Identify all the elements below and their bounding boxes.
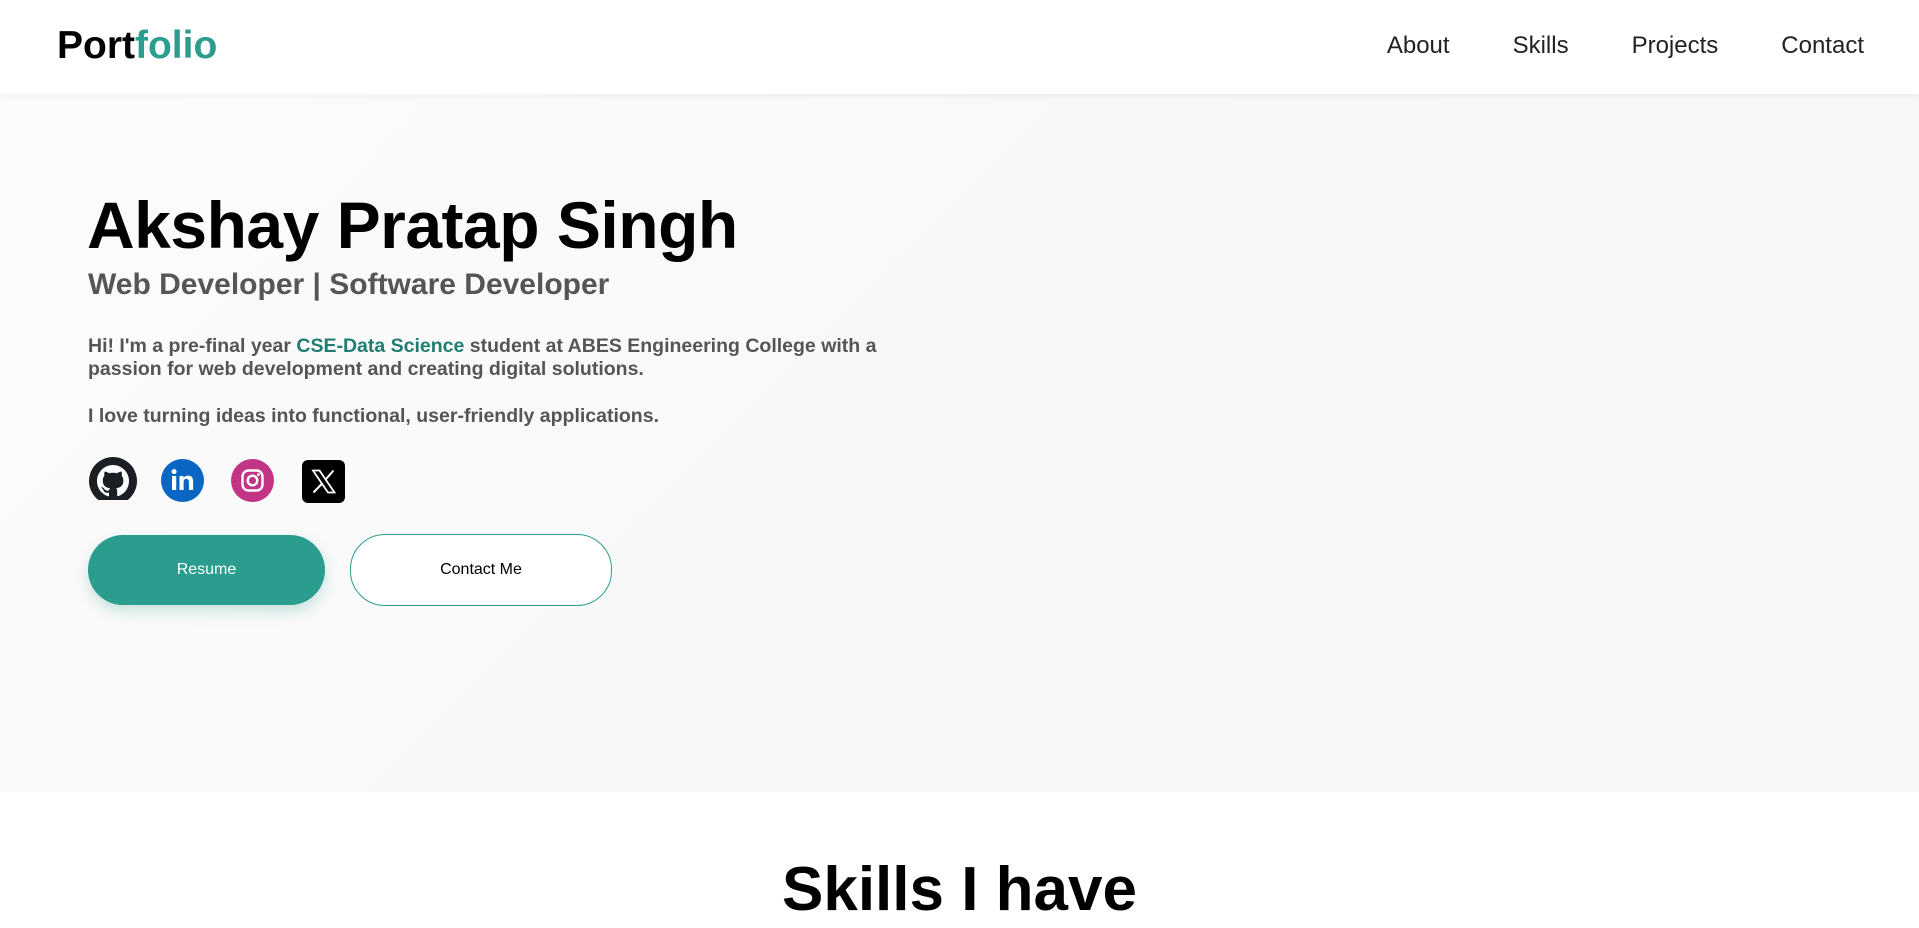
linkedin-icon (161, 459, 204, 502)
x-twitter-icon (302, 460, 345, 503)
nav-link-skills[interactable]: Skills (1513, 30, 1569, 62)
x-twitter-link[interactable] (302, 460, 345, 503)
intro-highlight: CSE-Data Science (296, 335, 465, 357)
intro-text-before: Hi! I'm a pre-final year (88, 335, 297, 357)
hero-name: Akshay Pratap Singh (87, 188, 738, 262)
nav-link-projects[interactable]: Projects (1632, 30, 1719, 62)
hero-love-text: I love turning ideas into functional, us… (88, 405, 659, 427)
logo-text: Port (57, 24, 135, 67)
nav-link-contact[interactable]: Contact (1781, 30, 1864, 62)
site-header: Portfolio About Skills Projects Contact (0, 0, 1919, 94)
hero-role: Web Developer | Software Developer (88, 268, 610, 301)
github-icon (88, 457, 138, 506)
nav-link-about[interactable]: About (1387, 30, 1450, 62)
instagram-icon (231, 459, 274, 502)
logo-link[interactable]: Portfolio (57, 22, 217, 70)
hero-section: Akshay Pratap Singh Web Developer | Soft… (0, 94, 1919, 792)
linkedin-link[interactable] (161, 459, 204, 502)
resume-button[interactable]: Resume (88, 535, 325, 605)
logo-accent-text: folio (135, 24, 218, 67)
skills-section-title: Skills I have (782, 855, 1137, 924)
instagram-link[interactable] (231, 459, 274, 502)
contact-me-button[interactable]: Contact Me (350, 534, 612, 606)
main-nav: About Skills Projects Contact (1387, 30, 1864, 62)
github-link[interactable] (88, 456, 138, 506)
hero-intro: Hi! I'm a pre-final year CSE-Data Scienc… (88, 335, 918, 381)
